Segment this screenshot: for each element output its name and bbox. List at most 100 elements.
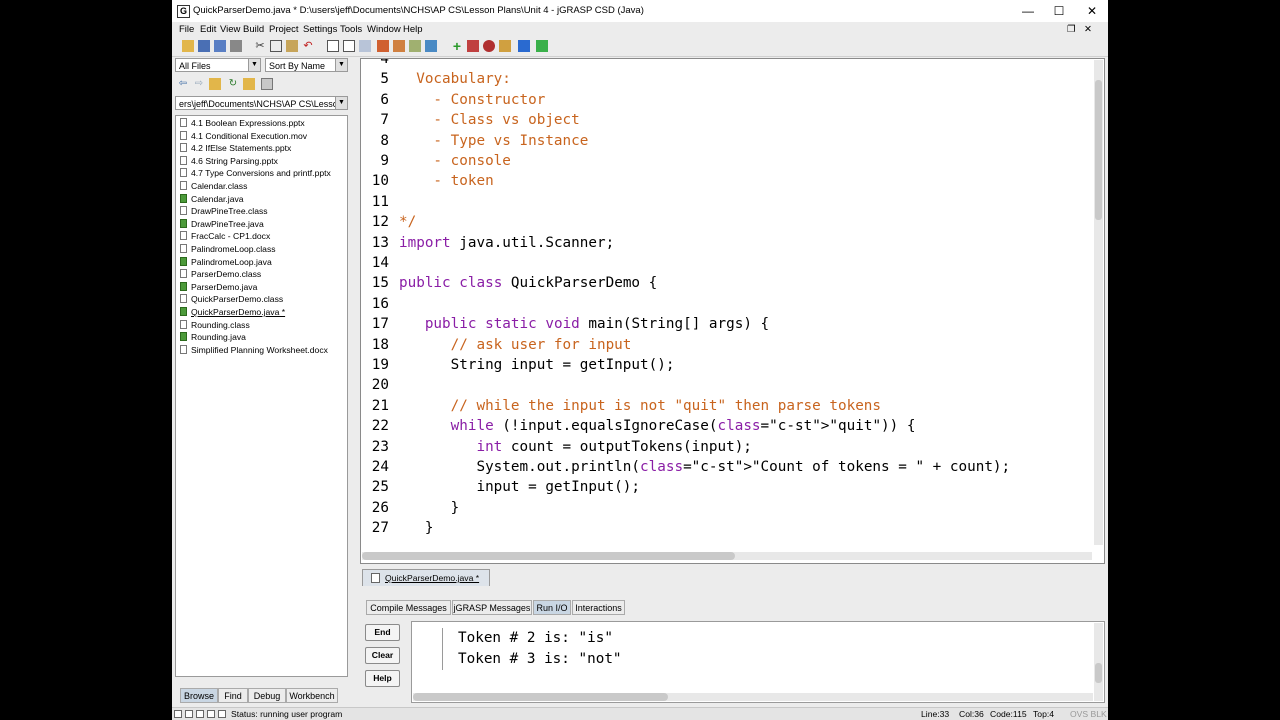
undo-icon[interactable]: ↶ — [302, 40, 314, 52]
menu-file[interactable]: File — [179, 24, 194, 35]
file-list-item[interactable]: Calendar.java — [180, 193, 244, 205]
tab-workbench[interactable]: Workbench — [286, 688, 338, 703]
scroll-thumb[interactable] — [413, 693, 668, 701]
file-list-item[interactable]: 4.6 String Parsing.pptx — [180, 155, 278, 167]
menu-tools[interactable]: Tools — [340, 24, 362, 35]
remove-csd-icon[interactable] — [393, 40, 405, 52]
debug-icon[interactable] — [483, 40, 495, 52]
sort-select[interactable]: Sort By Name ▼ — [265, 58, 348, 72]
menu-project[interactable]: Project — [269, 24, 299, 35]
tab-browse[interactable]: Browse — [180, 688, 218, 703]
refresh-icon[interactable]: ↻ — [227, 78, 239, 90]
file-list-item[interactable]: Simplified Planning Worksheet.docx — [180, 344, 328, 356]
code-text: String input = getInput(); — [399, 357, 675, 373]
bookmark-icon[interactable] — [425, 40, 437, 52]
menu-build[interactable]: Build — [243, 24, 264, 35]
generate-csd-icon[interactable] — [377, 40, 389, 52]
java-file-icon — [180, 281, 187, 291]
file-list-item[interactable]: Calendar.class — [180, 180, 247, 192]
copy-icon[interactable] — [270, 40, 282, 52]
console-horizontal-scrollbar[interactable] — [413, 693, 1093, 701]
paste-icon[interactable] — [286, 40, 298, 52]
file-list-item[interactable]: PalindromeLoop.java — [180, 256, 272, 268]
run-applet-icon[interactable] — [499, 40, 511, 52]
menu-window[interactable]: Window — [367, 24, 401, 35]
parent-folder-icon[interactable] — [209, 78, 221, 90]
file-list-item[interactable]: 4.2 IfElse Statements.pptx — [180, 142, 291, 154]
file-list-item[interactable]: DrawPineTree.class — [180, 205, 268, 217]
menu-edit[interactable]: Edit — [200, 24, 216, 35]
file-list-item[interactable]: 4.7 Type Conversions and printf.pptx — [180, 167, 331, 179]
scroll-thumb[interactable] — [1095, 663, 1102, 683]
file-list-item[interactable]: PalindromeLoop.class — [180, 243, 276, 255]
code-text: while (!input.equalsIgnoreCase(class="c-… — [450, 418, 916, 435]
run-io-console[interactable]: Token # 2 is: "is" Token # 3 is: "not" — [411, 621, 1105, 703]
file-list-item[interactable]: DrawPineTree.java — [180, 218, 264, 230]
indent-icon[interactable] — [359, 40, 371, 52]
end-button[interactable]: End — [365, 624, 400, 641]
file-tab-quickparserdemo[interactable]: QuickParserDemo.java * — [362, 569, 490, 586]
editor-vertical-scrollbar[interactable] — [1094, 60, 1103, 545]
tab-debug[interactable]: Debug — [248, 688, 286, 703]
window-title: QuickParserDemo.java * D:\users\jeff\Doc… — [193, 5, 644, 16]
inner-close-icon[interactable]: ✕ — [1084, 24, 1092, 35]
code-line: 4 — [361, 59, 389, 69]
scroll-thumb[interactable] — [1095, 80, 1102, 220]
file-list-item[interactable]: FracCalc - CP1.docx — [180, 230, 270, 242]
console-divider — [442, 628, 443, 670]
close-button[interactable]: ✕ — [1077, 0, 1107, 22]
menu-help[interactable]: Help — [403, 24, 423, 35]
fold-icon[interactable] — [409, 40, 421, 52]
tab-run-io[interactable]: Run I/O — [533, 600, 571, 615]
tab-interactions[interactable]: Interactions — [572, 600, 625, 615]
run-icon[interactable] — [467, 40, 479, 52]
menu-view[interactable]: View — [220, 24, 240, 35]
scroll-thumb[interactable] — [362, 552, 735, 560]
file-list-item[interactable]: Rounding.java — [180, 331, 246, 343]
file-list-item[interactable]: 4.1 Conditional Execution.mov — [180, 130, 307, 142]
code-area[interactable]: 45 Vocabulary: 6 - Constructor 7 - Class v… — [361, 59, 1094, 537]
menu-settings[interactable]: Settings — [303, 24, 337, 35]
jgrasp-app-icon: G — [177, 5, 190, 18]
compile-icon[interactable]: + — [451, 39, 463, 53]
minimize-button[interactable]: — — [1013, 0, 1043, 22]
stop-icon[interactable] — [518, 40, 530, 52]
workbench-icon[interactable] — [536, 40, 548, 52]
clear-button[interactable]: Clear — [365, 647, 400, 664]
code-text: input = getInput(); — [399, 479, 641, 496]
print-icon[interactable] — [230, 40, 242, 52]
restore-icon[interactable]: ❐ — [1067, 24, 1076, 35]
tab-jgrasp-messages[interactable]: jGRASP Messages — [452, 600, 532, 615]
file-filter-select[interactable]: All Files ▼ — [175, 58, 261, 72]
cut-icon[interactable]: ✂ — [254, 40, 266, 52]
home-folder-icon[interactable] — [243, 78, 255, 90]
file-list-item[interactable]: Rounding.class — [180, 319, 250, 331]
file-list-item[interactable]: ParserDemo.java — [180, 281, 257, 293]
console-output-line: Token # 3 is: "not" — [458, 651, 622, 667]
maximize-button[interactable]: ☐ — [1044, 0, 1074, 22]
line-number: 10 — [371, 173, 389, 190]
tab-compile-messages[interactable]: Compile Messages — [366, 600, 451, 615]
console-vertical-scrollbar[interactable] — [1094, 623, 1103, 701]
file-list-item[interactable]: ParserDemo.class — [180, 268, 261, 280]
new-file-icon[interactable] — [327, 40, 339, 52]
forward-arrow-icon[interactable]: ⇨ — [193, 78, 205, 90]
back-arrow-icon[interactable]: ⇦ — [177, 78, 189, 90]
code-editor[interactable]: 45 Vocabulary: 6 - Constructor 7 - Class v… — [360, 58, 1105, 564]
save-all-icon[interactable] — [214, 40, 226, 52]
open-folder-icon[interactable] — [182, 40, 194, 52]
tab-find[interactable]: Find — [218, 688, 248, 703]
path-select[interactable]: ers\jeff\Documents\NCHS\AP CS\Lesson ▼ — [175, 96, 348, 110]
file-list-item[interactable]: 4.1 Boolean Expressions.pptx — [180, 117, 305, 129]
code-text: - Constructor — [399, 91, 546, 108]
file-list-item[interactable]: QuickParserDemo.class — [180, 293, 283, 305]
new-folder-icon[interactable] — [261, 78, 273, 90]
file-list-item[interactable]: QuickParserDemo.java * — [180, 306, 285, 318]
file-name: FracCalc - CP1.docx — [191, 231, 271, 242]
save-icon[interactable] — [198, 40, 210, 52]
file-name: QuickParserDemo.class — [191, 294, 284, 305]
editor-horizontal-scrollbar[interactable] — [362, 552, 1092, 560]
new-window-icon[interactable] — [343, 40, 355, 52]
help-button[interactable]: Help — [365, 670, 400, 687]
code-line: 5 Vocabulary: — [361, 69, 511, 89]
